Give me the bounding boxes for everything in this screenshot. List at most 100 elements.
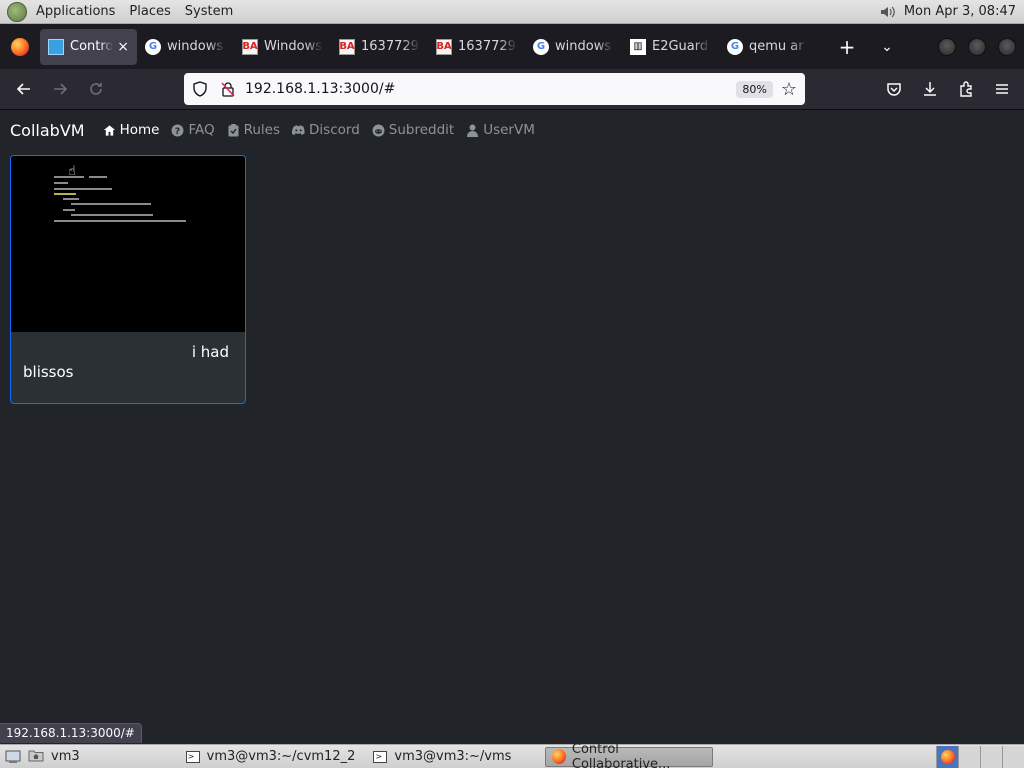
question-circle-icon: ? [171, 124, 184, 137]
bookmark-star-icon[interactable]: ☆ [781, 79, 797, 100]
list-all-tabs-button[interactable]: ⌄ [872, 39, 902, 55]
monitor-icon [48, 38, 64, 55]
places-menu[interactable]: Places [122, 4, 177, 19]
new-tab-button[interactable]: + [832, 35, 862, 59]
vm-description: i had blissos [23, 342, 229, 382]
tab-betaarchive-windows[interactable]: BA Windows [234, 29, 331, 65]
tab-betaarchive-2[interactable]: BA 1637729 [428, 29, 525, 65]
tab-windows-search-2[interactable]: G windows [525, 29, 622, 65]
pocket-icon [887, 83, 901, 96]
nav-discord-label: Discord [309, 122, 360, 138]
downloads-button[interactable] [916, 73, 944, 105]
tab-qemu-search[interactable]: G qemu ar [719, 29, 816, 65]
url-text[interactable]: 192.168.1.13:3000/# [245, 81, 736, 97]
pocket-button[interactable] [880, 73, 908, 105]
applications-menu[interactable]: Applications [29, 4, 122, 19]
download-icon [924, 82, 936, 96]
firefox-icon [552, 749, 566, 764]
nav-faq-label: FAQ [188, 122, 215, 138]
tab-title: windows [555, 39, 612, 54]
workspace-2[interactable] [958, 745, 980, 768]
back-button[interactable] [6, 73, 42, 105]
task-label: vm3@vm3:~/vms [394, 749, 512, 764]
toolbar-right-buttons [880, 73, 1016, 105]
system-menu[interactable]: System [178, 4, 240, 19]
task-label: vm3@vm3:~/cvm12_2 [206, 749, 356, 764]
tab-betaarchive-1[interactable]: BA 1637729 [331, 29, 428, 65]
clipboard-check-icon [227, 123, 240, 137]
tab-controlcollabvm[interactable]: Contro × [40, 28, 137, 65]
link-status-overlay: 192.168.1.13:3000/# [0, 723, 142, 743]
tab-windows-search-1[interactable]: G windows [137, 29, 234, 65]
gnome-foot-icon[interactable] [7, 1, 27, 22]
nav-uservm[interactable]: UserVM [466, 122, 535, 138]
insecure-lock-icon[interactable] [220, 81, 236, 97]
bottom-panel: vm3 > vm3@vm3:~/cvm12_2 > vm3@vm3:~/vms … [0, 742, 1024, 768]
tab-title: Windows [264, 39, 323, 54]
nav-home-label: Home [119, 122, 160, 138]
nav-home[interactable]: Home [103, 122, 160, 138]
arrow-left-icon [16, 83, 30, 95]
workspace-4[interactable] [1002, 745, 1024, 768]
discord-icon [292, 124, 305, 137]
nav-subreddit[interactable]: Subreddit [372, 122, 454, 138]
zoom-level-button[interactable]: 80% [736, 80, 773, 98]
url-bar[interactable]: 192.168.1.13:3000/# 80% ☆ [184, 73, 805, 105]
minimize-button[interactable] [938, 37, 956, 56]
terminal-icon: > [373, 750, 388, 763]
workspace-3[interactable] [980, 745, 1002, 768]
taskbar-terminal-cvm12[interactable]: > vm3@vm3:~/cvm12_2 [180, 747, 362, 767]
volume-icon[interactable] [876, 1, 898, 23]
home-icon [103, 124, 116, 137]
reload-icon [90, 83, 102, 95]
navigation-toolbar: 192.168.1.13:3000/# 80% ☆ [0, 69, 1024, 110]
vm-screenshot-thumbnail[interactable]: ☝ [11, 156, 245, 332]
nav-rules-label: Rules [243, 122, 281, 138]
site-navbar: CollabVM Home ? FAQ Rules Discord Subred… [10, 120, 547, 140]
forward-button[interactable] [42, 73, 78, 105]
taskbar-terminal-vms[interactable]: > vm3@vm3:~/vms [367, 747, 517, 767]
close-window-button[interactable] [998, 37, 1016, 56]
nav-faq[interactable]: ? FAQ [171, 122, 215, 138]
task-label: vm3 [51, 749, 80, 764]
window-controls [938, 37, 1016, 56]
tab-title: E2Guard [652, 39, 709, 54]
workspace-switcher[interactable] [936, 745, 1024, 768]
app-menu-button[interactable] [988, 73, 1016, 105]
site-brand[interactable]: CollabVM [10, 121, 85, 140]
user-icon [466, 124, 479, 137]
task-label: Control Collaborative... [571, 741, 671, 768]
firefox-view-button[interactable] [0, 24, 40, 69]
extensions-button[interactable] [952, 73, 980, 105]
taskbar-vm3-folder[interactable]: vm3 [22, 747, 86, 767]
nav-uservm-label: UserVM [483, 122, 535, 138]
e2guardian-icon: ▥ [630, 38, 646, 55]
top-panel: Applications Places System Mon Apr 3, 08… [0, 0, 1024, 24]
tracking-shield-icon[interactable] [192, 81, 208, 97]
tab-title: qemu ar [749, 39, 804, 54]
vm-description-line-1: i had [191, 343, 229, 361]
home-folder-icon [28, 748, 44, 766]
reddit-icon [372, 124, 385, 137]
tab-e2guardian[interactable]: ▥ E2Guard [622, 29, 719, 65]
show-desktop-icon[interactable] [4, 749, 22, 765]
tab-title: Contro [70, 39, 114, 54]
google-icon: G [145, 38, 161, 55]
reload-button[interactable] [78, 73, 114, 105]
workspace-1[interactable] [936, 745, 958, 768]
close-icon[interactable]: × [117, 39, 129, 55]
firefox-icon [11, 37, 29, 56]
betaarchive-icon: BA [339, 38, 355, 55]
nav-subreddit-label: Subreddit [388, 122, 455, 138]
panel-clock[interactable]: Mon Apr 3, 08:47 [904, 4, 1024, 19]
taskbar-firefox[interactable]: Control Collaborative... [545, 742, 714, 768]
betaarchive-icon: BA [436, 38, 452, 55]
nav-discord[interactable]: Discord [292, 122, 360, 138]
nav-rules[interactable]: Rules [227, 122, 280, 138]
vm-card[interactable]: ☝ i had blissos [10, 155, 246, 404]
hand-cursor-icon: ☝ [68, 164, 76, 179]
tab-title: 1637729 [458, 39, 516, 54]
betaarchive-icon: BA [242, 38, 258, 55]
google-icon: G [727, 38, 743, 55]
maximize-button[interactable] [968, 37, 986, 56]
